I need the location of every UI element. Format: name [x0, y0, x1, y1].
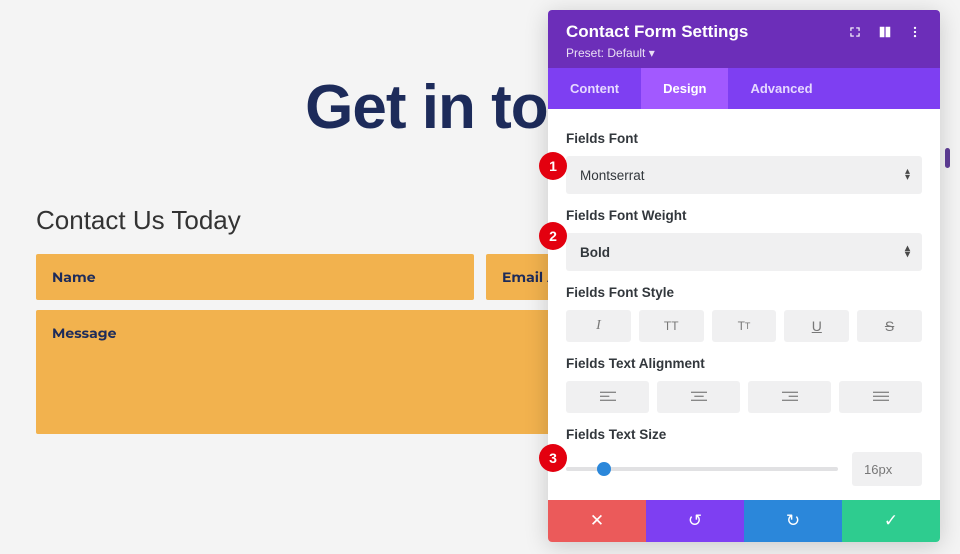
panel-tabs: Content Design Advanced [548, 68, 940, 109]
align-left-button[interactable] [566, 381, 649, 413]
text-size-value[interactable]: 16px [852, 452, 922, 486]
fields-font-style-label: Fields Font Style [566, 285, 922, 300]
scrollbar-thumb[interactable] [945, 148, 950, 168]
uppercase-button[interactable]: TT [639, 310, 704, 342]
step-badge-2: 2 [539, 222, 567, 250]
chevron-updown-icon: ▴▾ [905, 246, 910, 258]
message-placeholder: Message [52, 324, 116, 342]
fields-font-label: Fields Font [566, 131, 922, 146]
tab-design[interactable]: Design [641, 68, 728, 109]
align-right-button[interactable] [748, 381, 831, 413]
columns-icon[interactable] [878, 25, 892, 39]
smallcaps-button[interactable]: TT [712, 310, 777, 342]
slider-thumb[interactable] [597, 462, 611, 476]
fields-font-weight-label: Fields Font Weight [566, 208, 922, 223]
undo-button[interactable]: ↺ [646, 500, 744, 542]
save-button[interactable]: ✓ [842, 500, 940, 542]
text-size-slider[interactable] [566, 467, 838, 471]
align-justify-button[interactable] [839, 381, 922, 413]
name-field[interactable]: Name [36, 254, 474, 300]
panel-body: Fields Font Montserrat ▴▾ Fields Font We… [548, 109, 940, 500]
more-icon[interactable] [908, 25, 922, 39]
fields-font-weight-select[interactable]: Bold ▴▾ [566, 233, 922, 271]
tab-content[interactable]: Content [548, 68, 641, 109]
redo-button[interactable]: ↻ [744, 500, 842, 542]
tab-advanced[interactable]: Advanced [728, 68, 834, 109]
align-center-button[interactable] [657, 381, 740, 413]
fields-text-size-label: Fields Text Size [566, 427, 922, 442]
italic-button[interactable]: I [566, 310, 631, 342]
strikethrough-button[interactable]: S [857, 310, 922, 342]
step-badge-3: 3 [539, 444, 567, 472]
fields-font-select[interactable]: Montserrat ▴▾ [566, 156, 922, 194]
fields-text-align-label: Fields Text Alignment [566, 356, 922, 371]
step-badge-1: 1 [539, 152, 567, 180]
panel-footer: ✕ ↺ ↻ ✓ [548, 500, 940, 542]
chevron-updown-icon: ▴▾ [905, 169, 910, 181]
panel-title: Contact Form Settings [566, 22, 748, 42]
expand-icon[interactable] [848, 25, 862, 39]
preset-dropdown[interactable]: Preset: Default ▾ [566, 46, 922, 60]
settings-panel: Contact Form Settings Preset: Default ▾ … [548, 10, 940, 542]
fields-font-weight-value: Bold [580, 245, 610, 260]
fields-font-value: Montserrat [580, 168, 645, 183]
underline-button[interactable]: U [784, 310, 849, 342]
cancel-button[interactable]: ✕ [548, 500, 646, 542]
panel-header: Contact Form Settings Preset: Default ▾ [548, 10, 940, 68]
